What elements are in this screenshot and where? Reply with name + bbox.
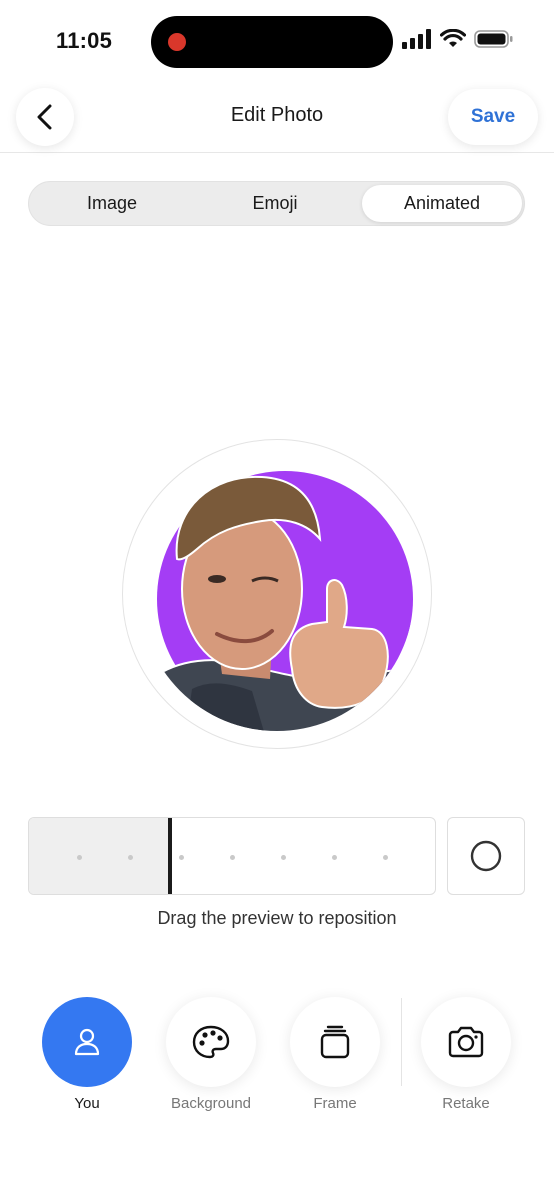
tool-frame[interactable]: Frame: [280, 990, 390, 1112]
nav-bar: Edit Photo Save: [0, 82, 554, 153]
tool-label-background: Background: [170, 1095, 252, 1112]
dynamic-island: [151, 16, 393, 68]
tool-divider: [401, 998, 402, 1086]
timeline-elapsed-region: [29, 818, 170, 894]
tool-bar: You Background Frame Retake: [0, 990, 554, 1130]
tab-image[interactable]: Image: [32, 185, 192, 222]
palette-icon: [192, 1025, 230, 1059]
camera-icon: [448, 1026, 484, 1058]
cellular-signal-icon: [402, 29, 431, 49]
tool-label-frame: Frame: [313, 1095, 357, 1112]
tool-background[interactable]: Background: [156, 990, 266, 1112]
status-icons: [402, 29, 514, 49]
status-bar: 11:05: [0, 0, 554, 80]
timeline-tick: [332, 855, 337, 860]
person-icon: [74, 1028, 100, 1056]
tool-retake[interactable]: Retake: [411, 990, 521, 1112]
avatar-preview[interactable]: [122, 439, 432, 749]
timeline-tick: [230, 855, 235, 860]
timeline-playhead[interactable]: [168, 818, 172, 894]
retake-button[interactable]: [421, 997, 511, 1087]
tool-label-you: You: [74, 1095, 100, 1112]
record-button[interactable]: [447, 817, 525, 895]
timeline-tick: [77, 855, 82, 860]
wifi-icon: [440, 29, 466, 47]
mode-segmented-control: Image Emoji Animated: [28, 181, 525, 226]
frame-button[interactable]: [290, 997, 380, 1087]
reposition-hint: Drag the preview to reposition: [157, 908, 397, 928]
tab-emoji[interactable]: Emoji: [195, 185, 355, 222]
status-time: 11:05: [56, 28, 113, 53]
timeline-tick: [383, 855, 388, 860]
save-button[interactable]: Save: [448, 89, 538, 145]
you-button[interactable]: [42, 997, 132, 1087]
timeline-scrubber[interactable]: [28, 817, 436, 895]
frame-stack-icon: [320, 1025, 350, 1059]
timeline-tick: [179, 855, 184, 860]
background-button[interactable]: [166, 997, 256, 1087]
recording-indicator: [168, 33, 186, 51]
timeline-tick: [128, 855, 133, 860]
tool-you[interactable]: You: [32, 990, 142, 1112]
tool-label-retake: Retake: [442, 1095, 490, 1112]
record-circle-icon: [470, 840, 502, 872]
battery-icon: [474, 30, 513, 48]
timeline-tick: [281, 855, 286, 860]
tab-animated[interactable]: Animated: [362, 185, 522, 222]
